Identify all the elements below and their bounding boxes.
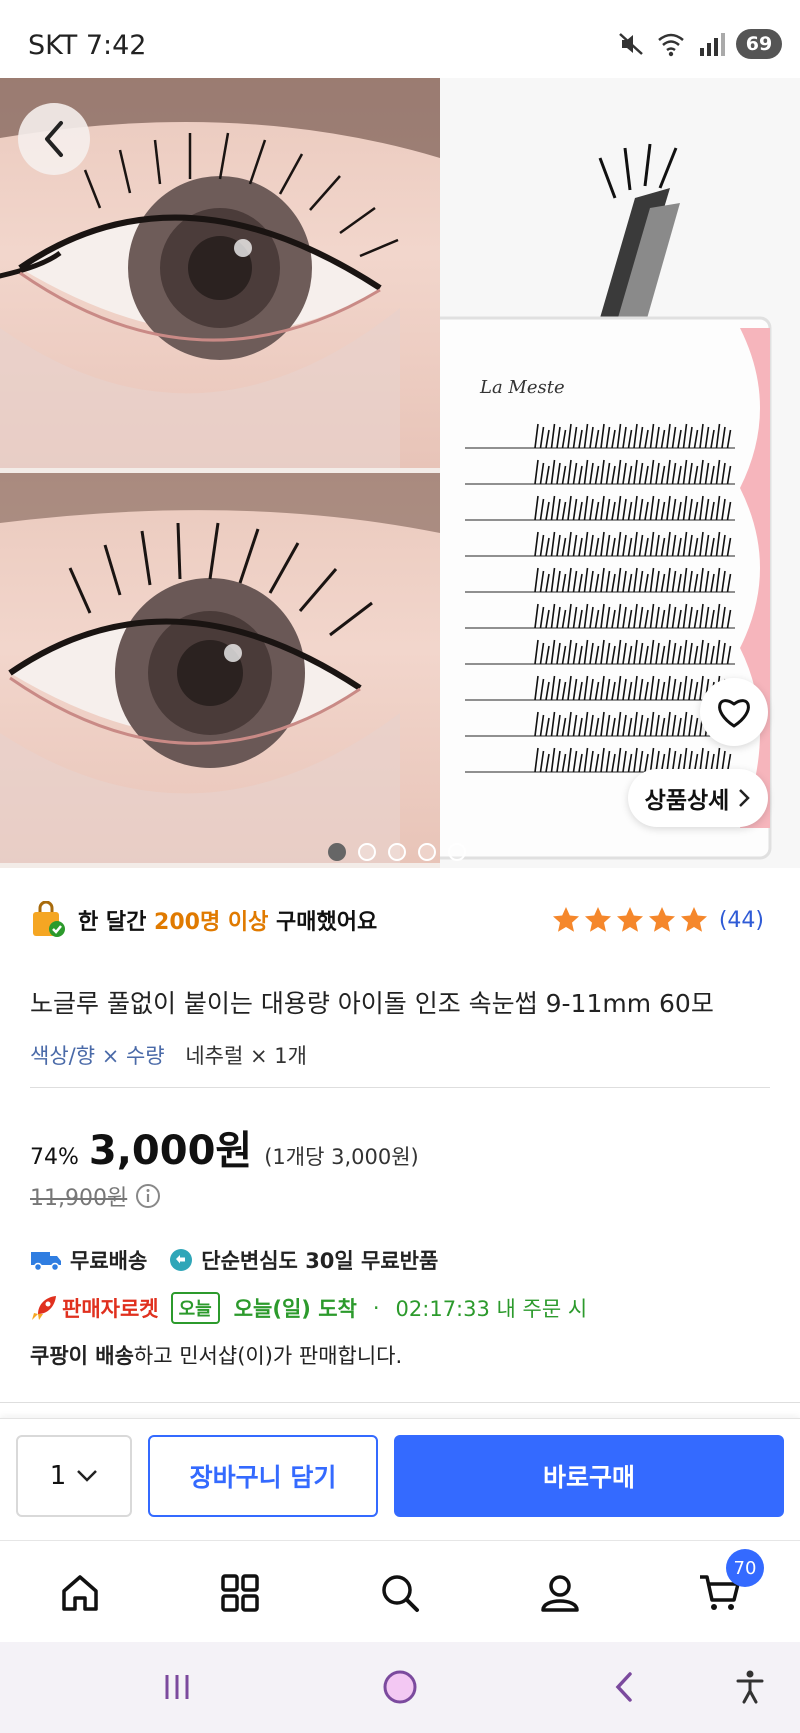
divider (30, 1087, 770, 1088)
category-icon (221, 1574, 259, 1612)
rocket-delivery-row: 판매자로켓 오늘 오늘(일) 도착 · 02:17:33 내 주문 시 (30, 1290, 587, 1326)
wifi-icon (658, 33, 684, 57)
social-proof-text: 한 달간 200명 이상 구매했어요 (78, 910, 378, 935)
truck-icon (31, 1252, 61, 1272)
star-icon (616, 907, 643, 932)
heart-icon (718, 699, 750, 728)
seller-delivery-rest: 하고 민서샵(이)가 판매합니다. (133, 1344, 403, 1368)
nav-home[interactable] (50, 1563, 110, 1623)
lash-rows (465, 418, 735, 778)
search-icon (382, 1575, 419, 1612)
chevron-down-icon (77, 1470, 98, 1482)
recent-apps-button[interactable] (147, 1662, 207, 1712)
home-system-button[interactable] (370, 1662, 430, 1712)
seller-info: 쿠팡이 배송하고 민서샵(이)가 판매합니다. (30, 1340, 402, 1370)
chevron-right-icon (739, 789, 751, 807)
add-to-cart-button[interactable]: 장바구니 담기 (148, 1435, 378, 1517)
lash-strip (465, 639, 735, 665)
back-system-button[interactable] (595, 1662, 655, 1712)
quantity-select[interactable]: 1 (16, 1435, 132, 1517)
status-carrier-time: SKT 7:42 (28, 30, 147, 61)
status-icons: 69 (616, 28, 782, 60)
my-page-icon (541, 1575, 579, 1612)
star-icon (648, 907, 675, 932)
accessibility-icon (736, 1670, 764, 1704)
review-count[interactable]: (44) (719, 908, 764, 933)
purchase-count-highlight: 200명 이상 (154, 910, 269, 935)
system-navigation-bar (0, 1642, 800, 1733)
carousel-dots (328, 843, 466, 861)
lash-strip (465, 423, 735, 449)
nav-search[interactable] (370, 1563, 430, 1623)
nav-cart[interactable]: 70 (690, 1549, 764, 1623)
divider (0, 1402, 800, 1403)
back-button[interactable] (18, 103, 90, 175)
carousel-dot[interactable] (448, 843, 466, 861)
product-photo-eye-bottom (0, 473, 440, 863)
lash-strip (465, 531, 735, 557)
carousel-dot[interactable] (388, 843, 406, 861)
home-circle-icon (383, 1670, 417, 1704)
arrival-text: 오늘(일) 도착 (233, 1297, 357, 1321)
nav-my-page[interactable] (530, 1563, 590, 1623)
purchase-bar: 1 장바구니 담기 바로구매 (0, 1418, 800, 1540)
rating-stars[interactable]: (44) (551, 898, 764, 942)
seller-delivery-strong: 쿠팡이 배송 (30, 1344, 134, 1368)
recent-apps-icon (165, 1675, 189, 1699)
discount-rate: 74% (30, 1145, 79, 1170)
sale-price: 3,000원 (88, 1128, 253, 1174)
lash-strip (465, 567, 735, 593)
nav-category[interactable] (210, 1563, 270, 1623)
back-chevron-icon (615, 1672, 632, 1702)
original-price-row: 11,900원 (30, 1180, 161, 1212)
star-icon (584, 907, 611, 932)
box-brand-text: La Meste (479, 377, 565, 398)
option-selector[interactable]: 색상/향 × 수량 네추럴 × 1개 (30, 1040, 307, 1070)
quantity-value: 1 (49, 1461, 67, 1491)
info-icon[interactable] (135, 1183, 161, 1209)
social-proof-row: 한 달간 200명 이상 구매했어요 (44) (30, 898, 780, 942)
mute-icon (619, 33, 643, 55)
star-icon (552, 907, 579, 932)
unit-price: (1개당 3,000원) (264, 1145, 419, 1169)
arrival-separator: · (372, 1296, 380, 1320)
carousel-dot[interactable] (358, 843, 376, 861)
lash-strip (465, 459, 735, 485)
status-bar: SKT 7:42 69 (0, 0, 800, 78)
product-detail-label: 상품상세 (644, 788, 730, 814)
free-shipping-text: 무료배송 (70, 1249, 148, 1273)
rocket-icon (32, 1296, 56, 1320)
today-badge: 오늘 (170, 1292, 220, 1324)
price-row: 74% 3,000원 (1개당 3,000원) (30, 1118, 419, 1174)
accessibility-button[interactable] (720, 1662, 780, 1712)
battery-indicator: 69 (736, 29, 782, 59)
lash-strip (465, 603, 735, 629)
home-icon (62, 1575, 98, 1611)
seller-rocket-label: 판매자로켓 (62, 1297, 159, 1321)
lash-strip (465, 711, 735, 737)
carousel-dot[interactable] (328, 843, 346, 861)
product-detail-button[interactable]: 상품상세 (628, 769, 768, 827)
product-image-carousel[interactable]: La Meste 상품상세 (0, 78, 800, 868)
shipping-row: 무료배송 단순변심도 30일 무료반품 (30, 1244, 438, 1276)
original-price: 11,900원 (30, 1186, 128, 1211)
star-icon (680, 907, 707, 932)
cart-count-badge: 70 (726, 1549, 764, 1587)
option-label: 색상/향 × 수량 (30, 1044, 165, 1068)
product-title: 노글루 풀없이 붙이는 대용량 아이돌 인조 속눈썹 9-11mm 60모 (30, 989, 714, 1018)
product-photo-lash-box: La Meste (428, 78, 800, 868)
option-value: 네추럴 × 1개 (185, 1044, 307, 1068)
chevron-left-icon (45, 121, 63, 157)
buy-now-button[interactable]: 바로구매 (394, 1435, 784, 1517)
signal-icon (700, 33, 725, 56)
bottom-navigation: 70 (0, 1540, 800, 1642)
carousel-dot[interactable] (418, 843, 436, 861)
order-cutoff-text: 02:17:33 내 주문 시 (395, 1297, 588, 1321)
free-return-text: 단순변심도 30일 무료반품 (201, 1249, 439, 1273)
return-icon (170, 1249, 193, 1271)
wishlist-button[interactable] (700, 678, 768, 746)
shopping-bag-icon (33, 901, 65, 937)
lash-strip (465, 495, 735, 521)
lash-strip (465, 675, 735, 701)
